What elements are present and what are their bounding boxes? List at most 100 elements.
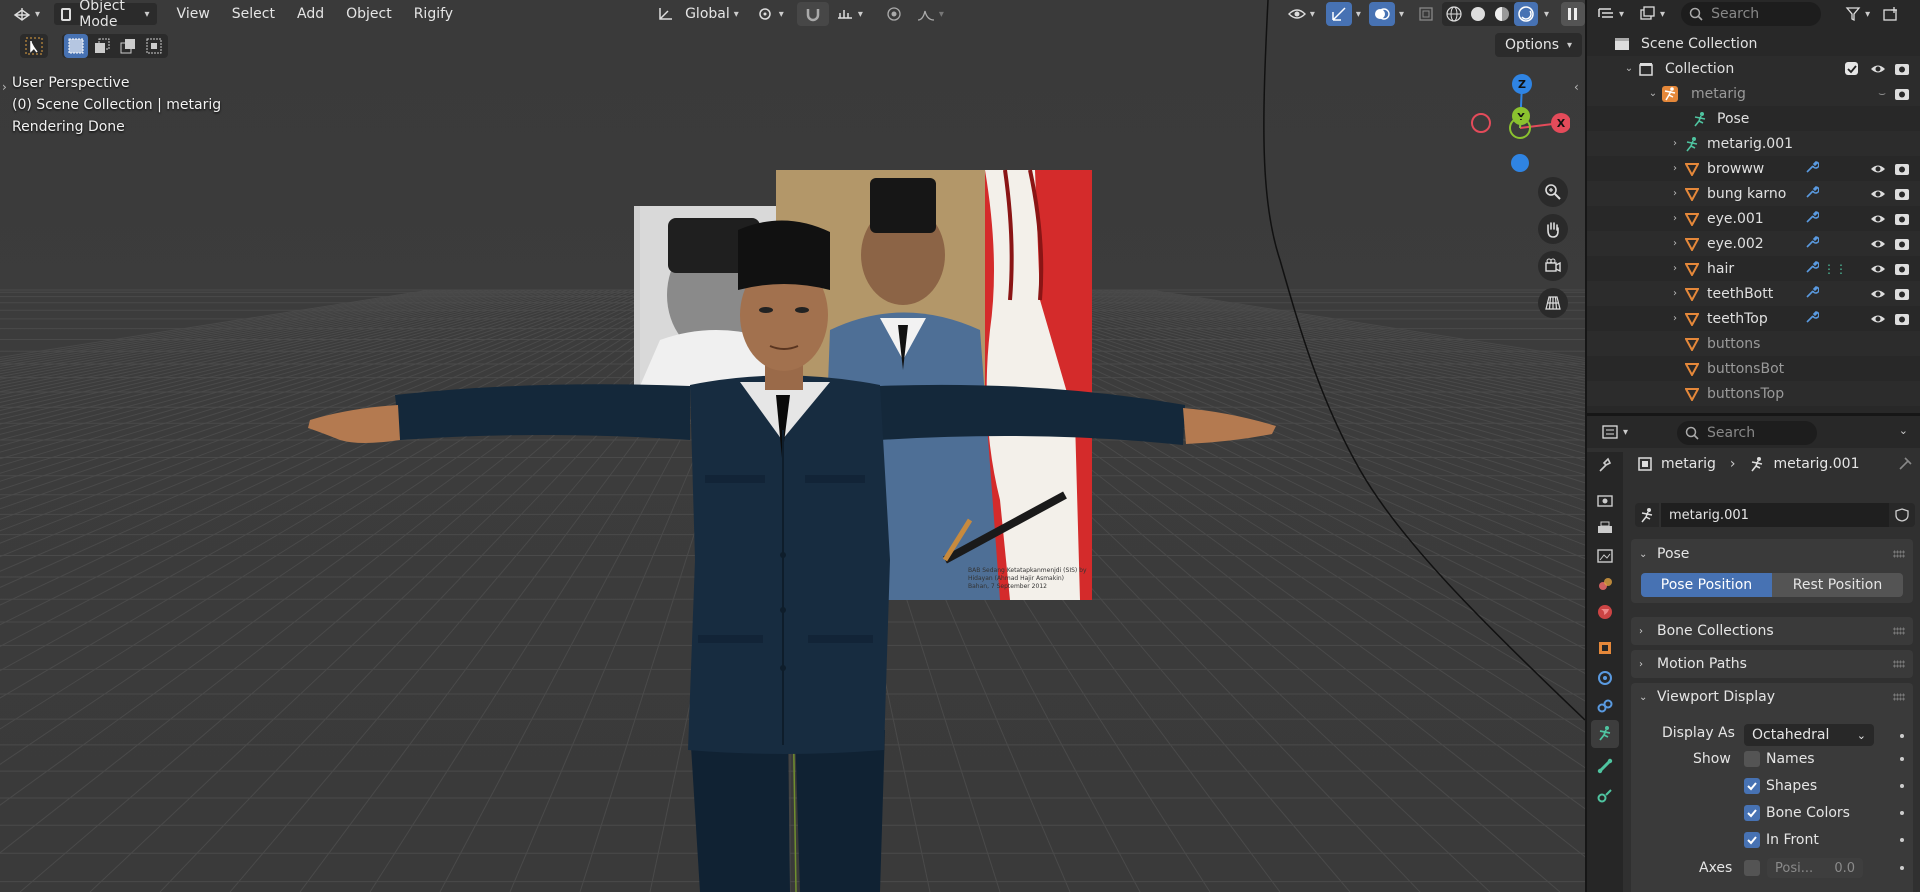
bone-colors-checkbox-row[interactable]: Bone Colors — [1744, 801, 1850, 825]
fake-user-button[interactable] — [1889, 503, 1915, 527]
snap-toggle[interactable] — [796, 2, 829, 26]
modifier-wrench-icon[interactable] — [1805, 210, 1820, 227]
select-tool-button[interactable] — [20, 34, 48, 58]
outliner-row-buttonsbot[interactable]: buttonsBot — [1587, 356, 1920, 381]
bone-collections-panel[interactable]: › Bone Collections — [1631, 617, 1913, 645]
shapes-checkbox[interactable] — [1744, 778, 1760, 794]
eye-icon[interactable] — [1870, 311, 1886, 327]
outliner-row-metarig-001[interactable]: › metarig.001 — [1587, 131, 1920, 156]
menu-object[interactable]: Object — [339, 2, 399, 26]
outliner-row-metarig[interactable]: ⌄ metarig ⌣ — [1587, 81, 1920, 106]
perspective-toggle-button[interactable] — [1538, 288, 1568, 318]
outliner-row-hair[interactable]: › hair ⋮⋮ — [1587, 256, 1920, 281]
outliner-row-bung-karno[interactable]: › bung karno — [1587, 181, 1920, 206]
modifier-wrench-icon[interactable] — [1805, 310, 1820, 324]
hidden-eye-icon[interactable]: ⌣ — [1878, 86, 1886, 101]
select-subtract-button[interactable] — [116, 34, 140, 58]
names-checkbox[interactable] — [1744, 751, 1760, 767]
tab-physics[interactable] — [1591, 664, 1619, 692]
overlays-toggle[interactable] — [1368, 2, 1395, 26]
outliner-search-input[interactable]: Search — [1681, 2, 1822, 26]
drag-handle-icon[interactable] — [1893, 627, 1905, 635]
collapsed-arrow-icon[interactable]: › — [1669, 213, 1681, 224]
pose-panel-header[interactable]: ⌄ Pose — [1631, 539, 1913, 569]
editor-type-button[interactable]: ▾ — [6, 2, 47, 26]
in-front-checkbox[interactable] — [1744, 832, 1760, 848]
properties-search-input[interactable]: Search — [1677, 421, 1817, 445]
modifier-wrench-icon[interactable] — [1805, 310, 1820, 327]
eye-icon[interactable] — [1870, 211, 1886, 227]
eye-icon[interactable] — [1870, 286, 1886, 302]
modifier-wrench-icon[interactable] — [1805, 160, 1820, 174]
menu-view[interactable]: View — [170, 2, 217, 26]
tab-object[interactable] — [1591, 634, 1619, 662]
outliner-row-collection[interactable]: ⌄ Collection — [1587, 56, 1920, 81]
select-extend-button[interactable] — [90, 34, 114, 58]
display-mode-dropdown[interactable]: ▾ — [1634, 2, 1669, 26]
collapsed-arrow-icon[interactable]: › — [1669, 238, 1681, 249]
chevron-down-icon[interactable]: ▾ — [1399, 9, 1404, 20]
render-camera-icon[interactable] — [1894, 61, 1910, 77]
wireframe-shading-button[interactable] — [1442, 2, 1466, 26]
rendered-shading-button[interactable] — [1513, 2, 1538, 26]
select-intersect-button[interactable] — [142, 34, 166, 58]
motion-paths-panel[interactable]: › Motion Paths — [1631, 650, 1913, 678]
outliner-row-eye-001[interactable]: › eye.001 — [1587, 206, 1920, 231]
pose-position-button[interactable]: Pose Position — [1641, 573, 1772, 597]
bone-collections-header[interactable]: › Bone Collections — [1631, 617, 1913, 645]
animate-property-dot[interactable] — [1900, 734, 1904, 738]
navigation-gizmo[interactable]: Z X Y — [1470, 70, 1570, 180]
falloff-dropdown[interactable]: ▾ — [910, 2, 951, 26]
pivot-point-dropdown[interactable]: ▾ — [750, 2, 791, 26]
select-new-button[interactable] — [64, 34, 88, 58]
motion-paths-header[interactable]: › Motion Paths — [1631, 650, 1913, 678]
outliner-editor-type-button[interactable]: ▾ — [1593, 2, 1628, 26]
drag-handle-icon[interactable] — [1893, 693, 1905, 701]
animate-property-dot[interactable] — [1900, 757, 1904, 761]
left-toolbar-arrow[interactable]: › — [2, 80, 7, 94]
outliner-row-browww[interactable]: › browww — [1587, 156, 1920, 181]
animate-property-dot[interactable] — [1900, 784, 1904, 788]
render-camera-icon[interactable] — [1894, 86, 1910, 102]
tab-tool[interactable] — [1591, 452, 1619, 480]
tab-scene[interactable] — [1591, 570, 1619, 598]
modifier-wrench-icon[interactable] — [1805, 185, 1820, 199]
tab-constraints[interactable] — [1591, 692, 1619, 720]
gizmo-toggle[interactable] — [1325, 2, 1352, 26]
modifier-wrench-icon[interactable] — [1805, 235, 1820, 249]
collapse-sidebar-arrow[interactable]: ‹ — [1574, 80, 1579, 94]
chevron-down-icon[interactable]: ⌄ — [1899, 424, 1908, 437]
bone-colors-checkbox[interactable] — [1744, 805, 1760, 821]
tab-output[interactable] — [1591, 514, 1619, 542]
axes-position-field[interactable]: Posi... 0.0 — [1767, 858, 1863, 878]
menu-add[interactable]: Add — [290, 2, 331, 26]
solid-shading-button[interactable] — [1466, 2, 1490, 26]
camera-view-button[interactable] — [1538, 251, 1568, 281]
outliner-row-teethtop[interactable]: › teethTop — [1587, 306, 1920, 331]
animate-property-dot[interactable] — [1900, 811, 1904, 815]
filter-dropdown[interactable]: ▾ — [1841, 2, 1874, 26]
display-as-dropdown[interactable]: Octahedral ⌄ — [1744, 724, 1874, 746]
object-visibility-dropdown[interactable]: ▾ — [1281, 2, 1322, 26]
modifier-wrench-icon[interactable] — [1805, 285, 1820, 302]
expand-arrow-icon[interactable]: ⌄ — [1623, 63, 1635, 74]
pan-button[interactable] — [1538, 214, 1568, 244]
proportional-edit-toggle[interactable] — [878, 2, 910, 26]
chevron-down-icon[interactable]: ▾ — [1356, 9, 1361, 20]
pause-render-button[interactable] — [1561, 2, 1585, 26]
3d-viewport[interactable]: BAB Sedang Ketatapkanmenjdi (SIS) by Hid… — [0, 0, 1585, 892]
viewport-display-header[interactable]: ⌄ Viewport Display — [1631, 683, 1913, 711]
material-preview-button[interactable] — [1490, 2, 1514, 26]
drag-handle-icon[interactable] — [1893, 660, 1905, 668]
modifier-wrench-icon[interactable] — [1805, 160, 1820, 177]
eye-icon[interactable] — [1870, 236, 1886, 252]
render-camera-icon[interactable] — [1894, 186, 1910, 202]
armature-name-field[interactable]: metarig.001 — [1661, 503, 1889, 527]
eye-icon[interactable] — [1870, 161, 1886, 177]
animate-property-dot[interactable] — [1900, 866, 1904, 870]
options-dropdown[interactable]: Options ▾ — [1495, 33, 1583, 57]
collapsed-arrow-icon[interactable]: › — [1669, 188, 1681, 199]
modifier-wrench-icon[interactable] — [1805, 235, 1820, 252]
character-model[interactable] — [0, 0, 1585, 892]
render-camera-icon[interactable] — [1894, 311, 1910, 327]
